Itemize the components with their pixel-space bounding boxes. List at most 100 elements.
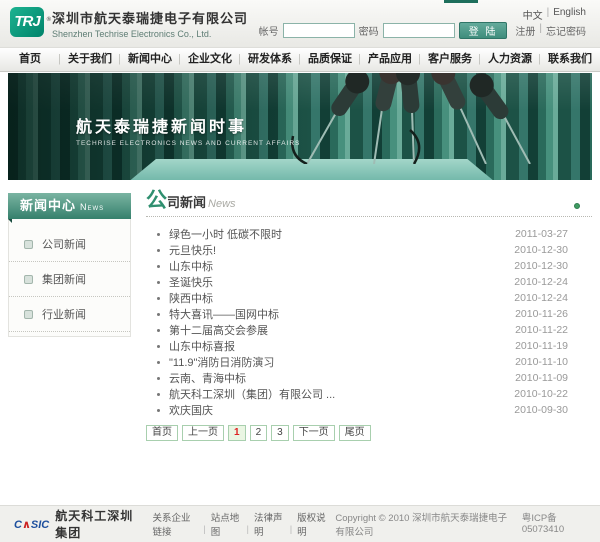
folder-icon — [24, 240, 33, 249]
company-name-en: Shenzhen Techrise Electronics Co., Ltd. — [52, 29, 248, 39]
sidebar-menu: 公司新闻集团新闻行业新闻 — [8, 219, 131, 337]
news-row: 陕西中标2010-12-24 — [146, 290, 592, 306]
header: TRJ® 深圳市航天泰瑞捷电子有限公司 Shenzhen Techrise El… — [0, 0, 600, 48]
sidebar-item-label: 公司新闻 — [42, 236, 86, 252]
company-name-block: 深圳市航天泰瑞捷电子有限公司 Shenzhen Techrise Electro… — [52, 8, 248, 39]
sidebar-item-label: 行业新闻 — [42, 306, 86, 322]
news-title-link[interactable]: 山东中标 — [169, 258, 514, 274]
password-label: 密码 — [359, 23, 379, 38]
icp-number: 粤ICP备05073410 — [522, 510, 586, 538]
rss-dot-icon — [574, 203, 580, 209]
page-button[interactable]: 首页 — [146, 425, 178, 441]
language-switch: 中文 | English — [523, 7, 586, 22]
bullet-icon — [157, 313, 160, 316]
page-button[interactable]: 上一页 — [182, 425, 224, 441]
account-input[interactable] — [283, 23, 355, 38]
news-title-link[interactable]: "11.9"消防日消防演习 — [169, 354, 515, 370]
sidebar-news-center: 新闻中心News 公司新闻集团新闻行业新闻 — [8, 193, 131, 337]
nav-item[interactable]: 品质保证 — [300, 48, 360, 71]
bullet-icon — [157, 233, 160, 236]
footer-link[interactable]: 版权说明 — [297, 510, 335, 538]
nav-item[interactable]: 首页 — [0, 48, 60, 71]
company-name-cn: 深圳市航天泰瑞捷电子有限公司 — [52, 8, 248, 27]
bullet-icon — [157, 329, 160, 332]
news-row: 欢庆国庆2010-09-30 — [146, 402, 592, 418]
footer-copyright-block: Copyright © 2010 深圳市航天泰瑞捷电子有限公司 粤ICP备050… — [335, 510, 586, 538]
main-content: 公 司新闻 News 绿色一小时 低碳不限时2011-03-27元旦快乐!201… — [146, 191, 592, 441]
bullet-icon — [157, 265, 160, 268]
folder-icon — [24, 275, 33, 284]
lang-chinese-link[interactable]: 中文 — [523, 7, 543, 22]
sidebar-item[interactable]: 公司新闻 — [9, 227, 130, 262]
news-date: 2010-11-26 — [515, 308, 592, 320]
news-row: 山东中标喜报2010-11-19 — [146, 338, 592, 354]
page-button[interactable]: 2 — [250, 425, 268, 441]
nav-item[interactable]: 新闻中心 — [120, 48, 180, 71]
news-row: 绿色一小时 低碳不限时2011-03-27 — [146, 226, 592, 242]
news-row: 元旦快乐!2010-12-30 — [146, 242, 592, 258]
news-date: 2010-12-24 — [514, 292, 592, 304]
page-button[interactable]: 1 — [228, 425, 246, 441]
bullet-icon — [157, 281, 160, 284]
banner-subtitle: TECHRISE ELECTRONICS NEWS AND CURRENT AF… — [76, 140, 300, 147]
nav-item[interactable]: 联系我们 — [540, 48, 600, 71]
pagination: 首页上一页123下一页尾页 — [146, 425, 592, 441]
footer-link[interactable]: 关系企业链接 — [152, 510, 205, 538]
footer-group-name: 航天科工深圳集团 — [55, 507, 142, 541]
news-row: 山东中标2010-12-30 — [146, 258, 592, 274]
sidebar-item[interactable]: 行业新闻 — [9, 297, 130, 332]
nav-item[interactable]: 客户服务 — [420, 48, 480, 71]
bullet-icon — [157, 297, 160, 300]
news-title-link[interactable]: 元旦快乐! — [169, 242, 514, 258]
lang-english-link[interactable]: English — [553, 7, 586, 22]
news-title-link[interactable]: 山东中标喜报 — [169, 338, 515, 354]
page-button[interactable]: 尾页 — [339, 425, 371, 441]
news-date: 2010-10-22 — [514, 388, 592, 400]
divider: | — [547, 7, 550, 22]
banner-title: 航天泰瑞捷新闻时事 — [76, 113, 300, 137]
sidebar-title-en: News — [80, 202, 104, 212]
news-title-link[interactable]: 圣诞快乐 — [169, 274, 514, 290]
company-logo[interactable]: TRJ® — [10, 7, 44, 37]
news-title-link[interactable]: 特大喜讯——国网中标 — [169, 306, 515, 322]
nav-item[interactable]: 关于我们 — [60, 48, 120, 71]
copyright-text: Copyright © 2010 深圳市航天泰瑞捷电子有限公司 — [335, 510, 509, 538]
footer-link[interactable]: 法律声明 — [254, 510, 292, 538]
login-button[interactable]: 登 陆 — [459, 22, 508, 39]
casic-logo-icon: C∧SIC — [14, 518, 49, 531]
register-link[interactable]: 注册 — [515, 23, 535, 38]
registered-mark-icon: ® — [47, 5, 50, 35]
heading-en: News — [208, 198, 236, 210]
news-date: 2010-12-24 — [514, 276, 592, 288]
news-date: 2010-11-10 — [515, 356, 592, 368]
news-title-link[interactable]: 云南、青海中标 — [169, 370, 515, 386]
news-title-link[interactable]: 绿色一小时 低碳不限时 — [169, 226, 515, 242]
divider: | — [539, 23, 542, 38]
news-row: 圣诞快乐2010-12-24 — [146, 274, 592, 290]
news-title-link[interactable]: 欢庆国庆 — [169, 402, 514, 418]
news-row: 云南、青海中标2010-11-09 — [146, 370, 592, 386]
forgot-password-link[interactable]: 忘记密码 — [546, 23, 586, 38]
news-row: 第十二届高交会参展2010-11-22 — [146, 322, 592, 338]
news-list: 绿色一小时 低碳不限时2011-03-27元旦快乐!2010-12-30山东中标… — [146, 226, 592, 418]
news-date: 2010-11-22 — [515, 324, 592, 336]
news-title-link[interactable]: 陕西中标 — [169, 290, 514, 306]
sidebar-item[interactable]: 集团新闻 — [9, 262, 130, 297]
nav-item[interactable]: 企业文化 — [180, 48, 240, 71]
footer-links: 关系企业链接站点地图法律声明版权说明 — [152, 510, 335, 538]
news-title-link[interactable]: 航天科工深圳（集团）有限公司 ... — [169, 386, 514, 402]
footer-link[interactable]: 站点地图 — [211, 510, 249, 538]
password-input[interactable] — [383, 23, 455, 38]
nav-item[interactable]: 研发体系 — [240, 48, 300, 71]
bullet-icon — [157, 377, 160, 380]
news-title-link[interactable]: 第十二届高交会参展 — [169, 322, 515, 338]
folder-icon — [24, 310, 33, 319]
news-row: 航天科工深圳（集团）有限公司 ...2010-10-22 — [146, 386, 592, 402]
page-button[interactable]: 下一页 — [293, 425, 335, 441]
bullet-icon — [157, 345, 160, 348]
page-button[interactable]: 3 — [271, 425, 289, 441]
sidebar-header: 新闻中心News — [8, 193, 131, 219]
nav-item[interactable]: 产品应用 — [360, 48, 420, 71]
nav-item[interactable]: 人力资源 — [480, 48, 540, 71]
news-date: 2010-11-09 — [515, 372, 592, 384]
